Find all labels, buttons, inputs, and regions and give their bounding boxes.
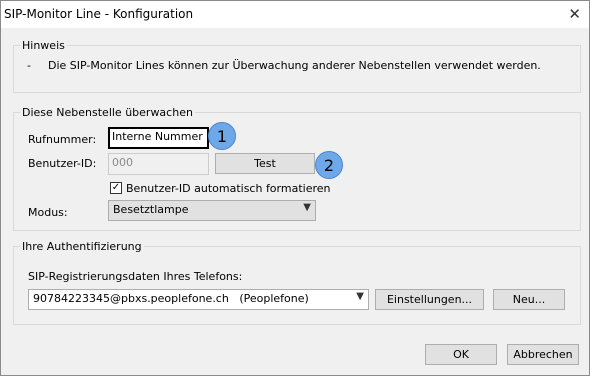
hint-group: Hinweis - Die SIP-Monitor Lines können z… (13, 39, 581, 93)
auth-group: Ihre Authentifizierung SIP-Registrierung… (13, 240, 581, 325)
ok-button[interactable]: OK (425, 344, 497, 365)
monitor-group: Diese Nebenstelle überwachen Rufnummer: … (13, 106, 581, 231)
modus-select[interactable]: Besetztlampe ▼ (108, 200, 316, 221)
monitor-legend: Diese Nebenstelle überwachen (20, 106, 195, 119)
auth-legend: Ihre Authentifizierung (20, 240, 144, 253)
hint-bullet: - (27, 59, 31, 72)
settings-button[interactable]: Einstellungen... (375, 289, 484, 310)
new-button[interactable]: Neu... (493, 289, 565, 310)
chevron-down-icon: ▼ (356, 291, 364, 302)
close-icon[interactable]: ✕ (568, 5, 581, 23)
benutzer-id-value: 000 (112, 156, 133, 169)
callout-badge-1: 1 (208, 122, 236, 150)
callout-badge-2: 2 (315, 151, 343, 179)
auto-format-checkbox[interactable]: ✓ (110, 182, 122, 194)
rufnummer-label: Rufnummer: (28, 133, 97, 146)
benutzer-id-label: Benutzer-ID: (28, 157, 97, 170)
modus-value: Besetztlampe (113, 203, 189, 216)
hint-text: Die SIP-Monitor Lines können zur Überwac… (48, 59, 541, 72)
rufnummer-value: Interne Nummer (112, 130, 203, 143)
benutzer-id-input[interactable]: 000 (108, 153, 209, 175)
cancel-button[interactable]: Abbrechen (507, 344, 579, 365)
test-button[interactable]: Test (215, 153, 315, 174)
title-bar: SIP-Monitor Line - Konfiguration ✕ (1, 1, 589, 28)
rufnummer-input[interactable]: Interne Nummer (108, 127, 209, 149)
sip-account-select[interactable]: 90784223345@pbxs.peoplefone.ch (Peoplefo… (28, 289, 369, 310)
sip-registration-label: SIP-Registrierungsdaten Ihres Telefons: (28, 270, 243, 283)
window-title: SIP-Monitor Line - Konfiguration (4, 7, 194, 21)
chevron-down-icon: ▼ (303, 202, 311, 213)
sip-account-value: 90784223345@pbxs.peoplefone.ch (Peoplefo… (33, 292, 309, 305)
modus-label: Modus: (28, 206, 68, 219)
dialog-window: SIP-Monitor Line - Konfiguration ✕ Hinwe… (0, 0, 590, 376)
auto-format-label: Benutzer-ID automatisch formatieren (126, 182, 331, 195)
checkmark-icon: ✓ (111, 182, 121, 193)
hint-legend: Hinweis (20, 39, 67, 52)
